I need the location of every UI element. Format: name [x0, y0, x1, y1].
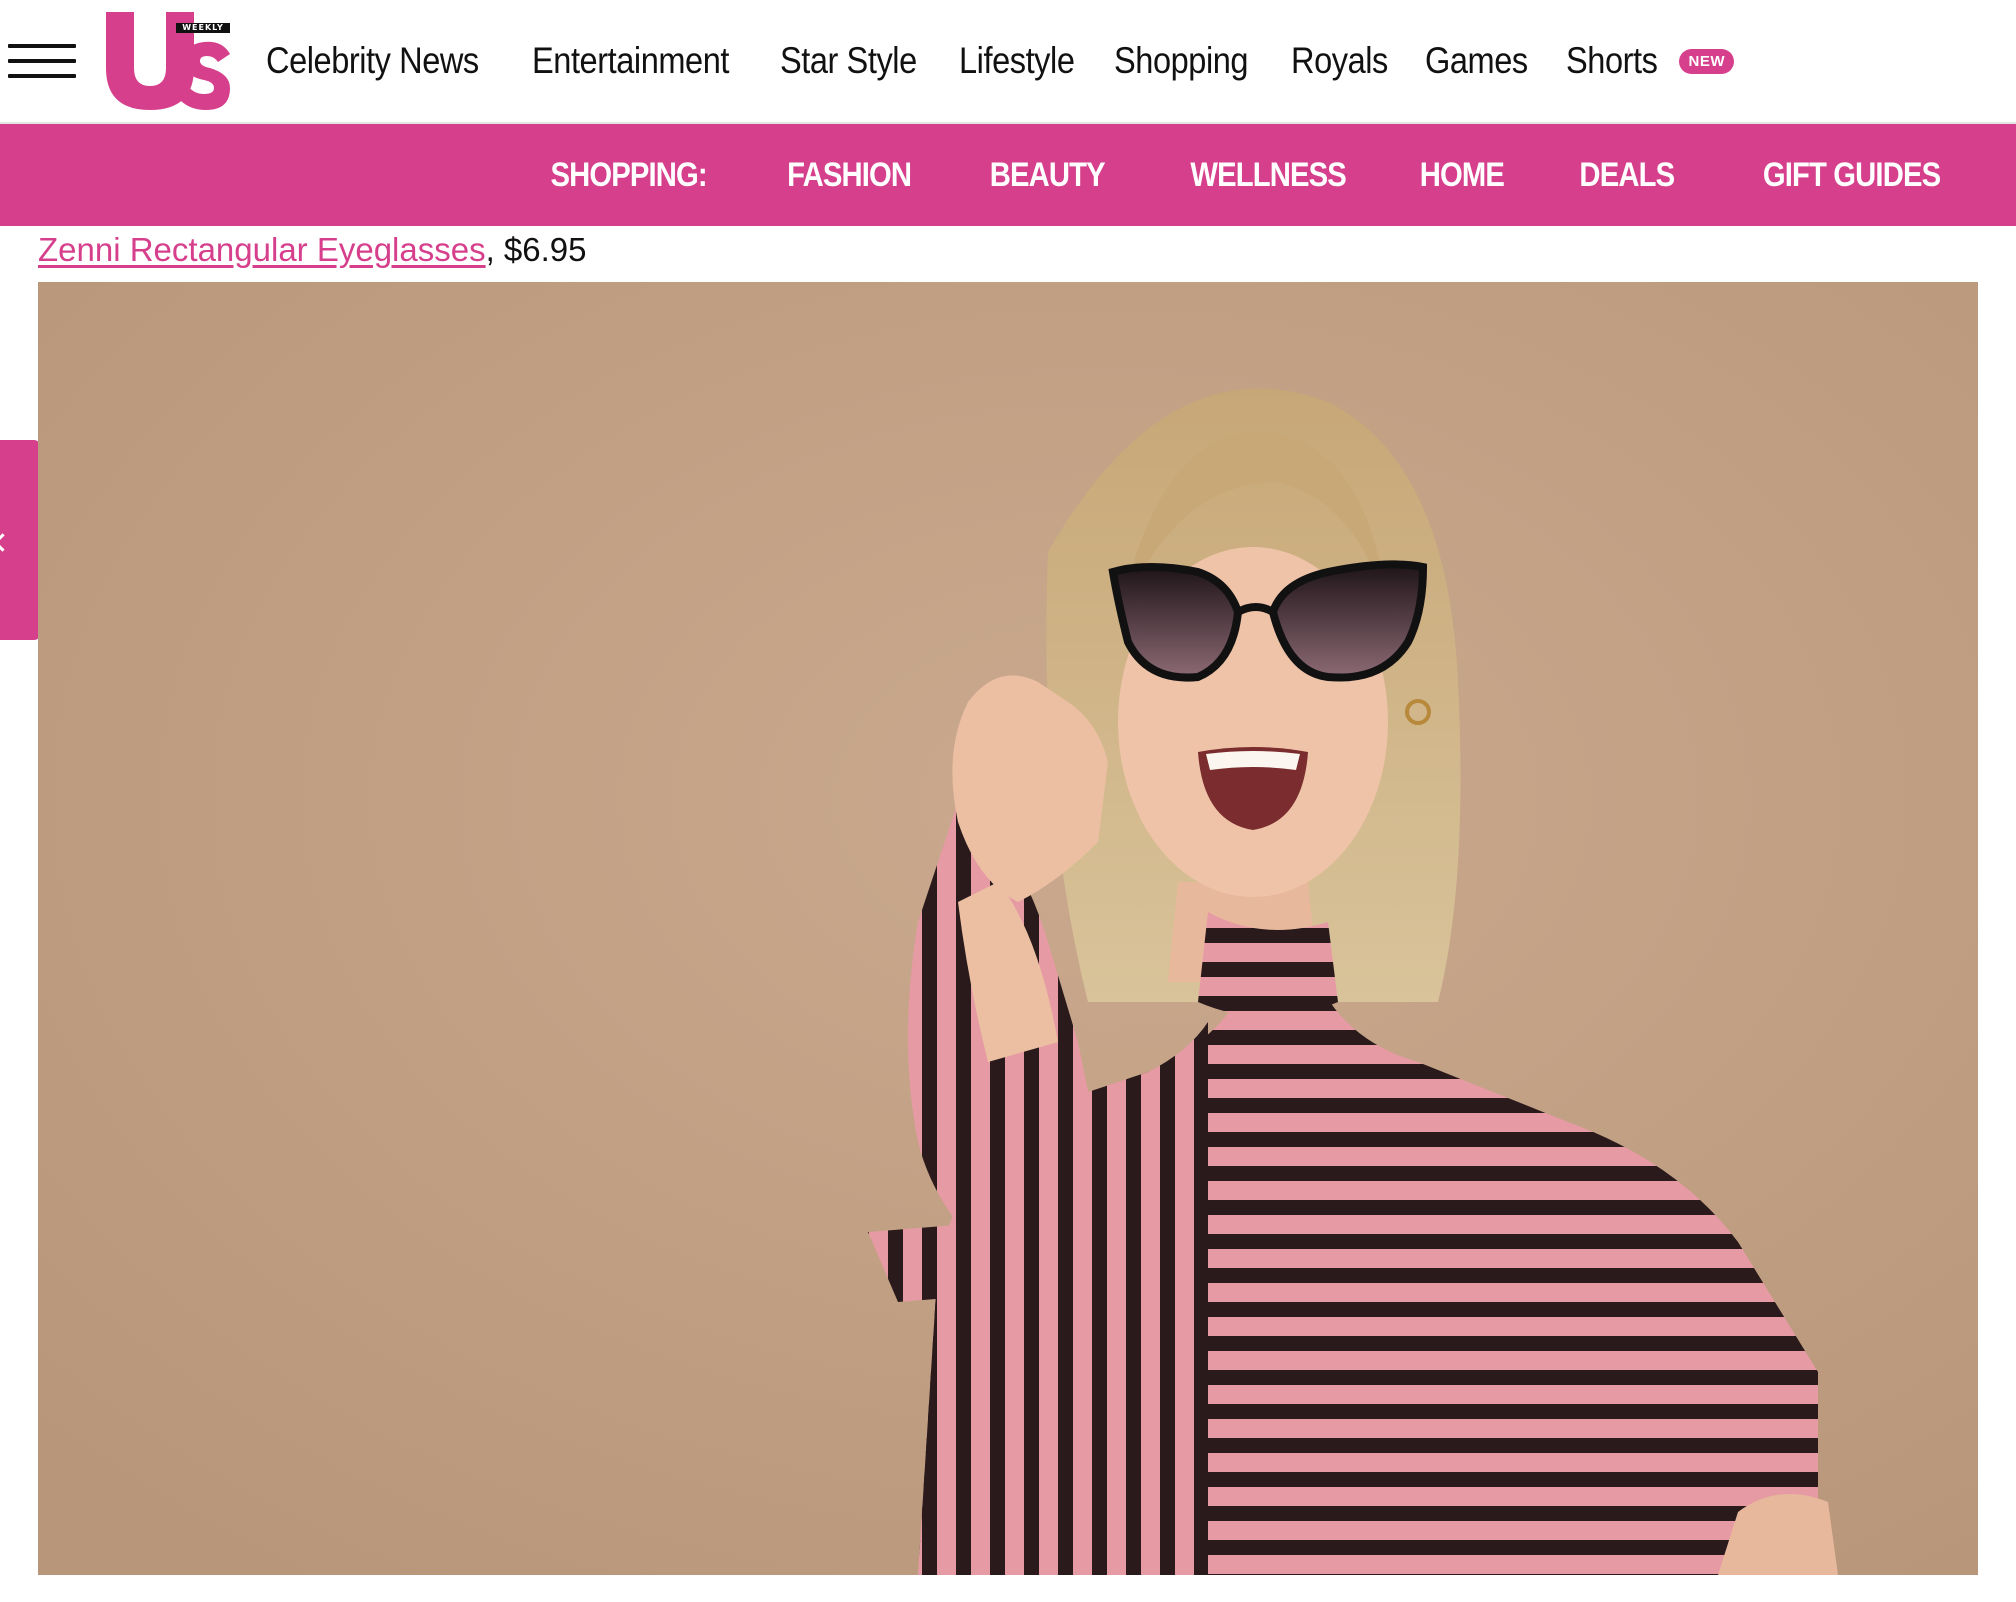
- product-price: , $6.95: [485, 231, 587, 268]
- subnav-item-fashion[interactable]: FASHION: [787, 156, 912, 195]
- us-weekly-logo[interactable]: WEEKLY: [104, 10, 234, 110]
- main-nav: Celebrity News Entertainment Star Style …: [266, 0, 1734, 122]
- nav-item-shopping[interactable]: Shopping: [1114, 40, 1249, 82]
- site-header: WEEKLY Celebrity News Entertainment Star…: [0, 0, 2016, 125]
- subnav-item-beauty[interactable]: BEAUTY: [990, 156, 1106, 195]
- menu-line: [8, 59, 76, 63]
- subnav-item-wellness[interactable]: WELLNESS: [1190, 156, 1346, 195]
- product-caption: Zenni Rectangular Eyeglasses, $6.95: [38, 226, 587, 274]
- nav-item-star-style[interactable]: Star Style: [780, 40, 917, 82]
- nav-item-celebrity-news[interactable]: Celebrity News: [266, 40, 479, 82]
- nav-item-shorts[interactable]: Shorts: [1566, 40, 1658, 82]
- subnav-label: SHOPPING:: [550, 155, 707, 194]
- logo-tag: WEEKLY: [176, 23, 230, 33]
- nav-item-entertainment[interactable]: Entertainment: [532, 40, 729, 82]
- nav-item-royals[interactable]: Royals: [1291, 40, 1388, 82]
- subnav-list: SHOPPING: FASHION BEAUTY WELLNESS HOME D…: [465, 124, 1941, 226]
- hamburger-menu-icon[interactable]: [8, 44, 76, 80]
- nav-item-lifestyle[interactable]: Lifestyle: [959, 40, 1075, 82]
- side-tab-chevron-left-icon[interactable]: [0, 440, 40, 640]
- nav-item-games[interactable]: Games: [1425, 40, 1528, 82]
- subnav-item-home[interactable]: HOME: [1419, 156, 1504, 195]
- product-photo: [38, 282, 1978, 1575]
- new-badge: NEW: [1679, 48, 1734, 74]
- main-nav-list: Celebrity News Entertainment Star Style …: [266, 40, 1734, 82]
- subnav-item-deals[interactable]: DEALS: [1579, 156, 1675, 195]
- subnav-item-gift-guides[interactable]: GIFT GUIDES: [1763, 156, 1941, 195]
- photo-illustration: [38, 282, 1978, 1575]
- menu-line: [8, 74, 76, 78]
- menu-line: [8, 44, 76, 48]
- product-link[interactable]: Zenni Rectangular Eyeglasses: [38, 231, 486, 268]
- shopping-subnav: SHOPPING: FASHION BEAUTY WELLNESS HOME D…: [0, 124, 2016, 226]
